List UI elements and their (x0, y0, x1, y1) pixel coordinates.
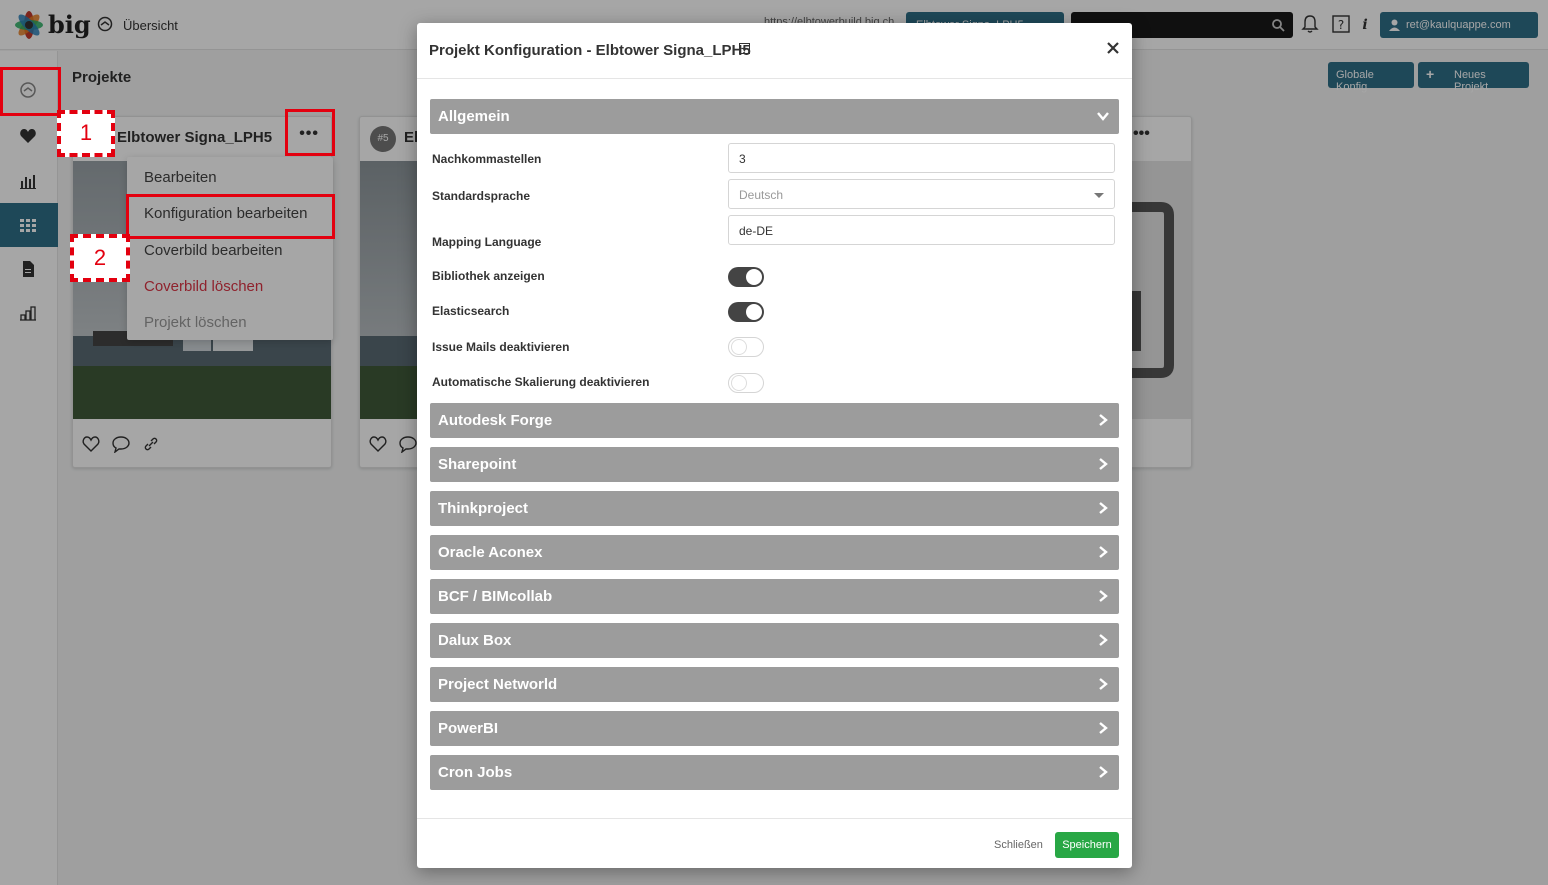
section-label: Sharepoint (438, 456, 517, 473)
section-dalux-box[interactable]: Dalux Box (430, 623, 1119, 658)
toggle-knob (731, 339, 747, 355)
elasticsearch-toggle[interactable] (728, 302, 764, 322)
annotation-step-1: 1 (57, 110, 115, 157)
annotation-highlight-dashboard (0, 67, 61, 116)
section-bcf-bimcollab[interactable]: BCF / BIMcollab (430, 579, 1119, 614)
chevron-right-icon (1099, 722, 1108, 734)
default-language-value: Deutsch (739, 188, 784, 202)
modal-title: Projekt Konfiguration - Elbtower Signa_L… (429, 42, 751, 59)
decimals-label: Nachkommastellen (432, 152, 542, 166)
library-toggle[interactable] (728, 267, 764, 287)
toggle-knob (746, 269, 762, 285)
default-language-select[interactable]: Deutsch (728, 179, 1115, 209)
expand-icon[interactable] (739, 43, 750, 54)
autoscale-toggle[interactable] (728, 373, 764, 393)
chevron-right-icon (1099, 546, 1108, 558)
toggle-knob (731, 375, 747, 391)
section-label: Project Networld (438, 676, 558, 693)
section-label: Thinkproject (438, 500, 529, 517)
issue-mails-label: Issue Mails deaktivieren (432, 340, 570, 354)
mapping-language-value: de-DE (739, 224, 774, 238)
project-config-modal: Projekt Konfiguration - Elbtower Signa_L… (417, 23, 1132, 868)
section-label: BCF / BIMcollab (438, 588, 553, 605)
library-label: Bibliothek anzeigen (432, 269, 545, 283)
caret-down-icon (1094, 193, 1104, 198)
section-label: Cron Jobs (438, 764, 513, 781)
issue-mails-toggle[interactable] (728, 337, 764, 357)
decimals-value: 3 (739, 152, 746, 166)
modal-header: Projekt Konfiguration - Elbtower Signa_L… (417, 23, 1132, 79)
section-general[interactable]: Allgemein (430, 99, 1119, 134)
section-label: Dalux Box (438, 632, 512, 649)
chevron-right-icon (1099, 502, 1108, 514)
section-thinkproject[interactable]: Thinkproject (430, 491, 1119, 526)
mapping-language-label: Mapping Language (432, 235, 542, 249)
toggle-knob (746, 304, 762, 320)
close-button[interactable]: Schließen (994, 839, 1043, 851)
close-icon[interactable] (1106, 41, 1120, 55)
save-button[interactable]: Speichern (1055, 832, 1119, 858)
chevron-right-icon (1099, 414, 1108, 426)
section-general-label: Allgemein (438, 108, 510, 125)
annotation-highlight-options (285, 109, 335, 156)
chevron-right-icon (1099, 590, 1108, 602)
chevron-right-icon (1099, 766, 1108, 778)
section-autodesk-forge[interactable]: Autodesk Forge (430, 403, 1119, 438)
chevron-right-icon (1099, 458, 1108, 470)
section-label: Autodesk Forge (438, 412, 553, 429)
section-label: Oracle Aconex (438, 544, 543, 561)
autoscale-label: Automatische Skalierung deaktivieren (432, 375, 650, 389)
chevron-right-icon (1099, 634, 1108, 646)
decimals-input[interactable]: 3 (728, 143, 1115, 173)
section-label: PowerBI (438, 720, 499, 737)
default-language-label: Standardsprache (432, 189, 531, 203)
chevron-right-icon (1099, 678, 1108, 690)
section-sharepoint[interactable]: Sharepoint (430, 447, 1119, 482)
section-oracle-aconex[interactable]: Oracle Aconex (430, 535, 1119, 570)
mapping-language-input[interactable]: de-DE (728, 215, 1115, 245)
annotation-step-2: 2 (70, 234, 130, 282)
section-project-networld[interactable]: Project Networld (430, 667, 1119, 702)
elasticsearch-label: Elasticsearch (432, 304, 510, 318)
section-cron-jobs[interactable]: Cron Jobs (430, 755, 1119, 790)
annotation-highlight-config-item (126, 194, 335, 239)
section-powerbi[interactable]: PowerBI (430, 711, 1119, 746)
modal-footer: Schließen Speichern (417, 818, 1132, 868)
chevron-down-icon (1097, 112, 1109, 121)
